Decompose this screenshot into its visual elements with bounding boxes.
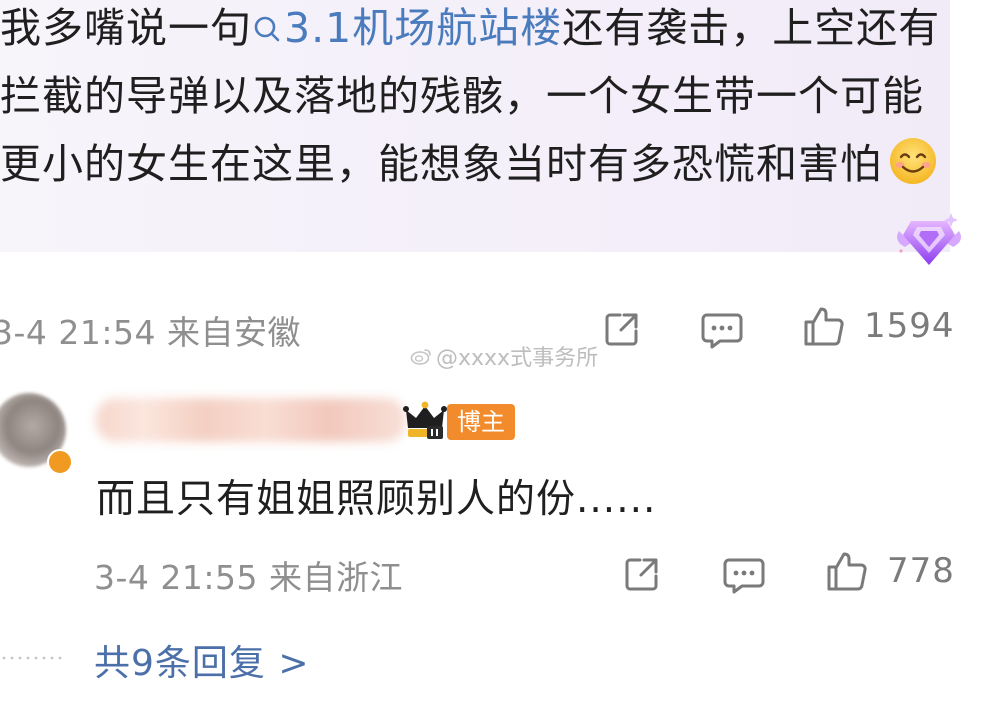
thumbs-up-icon [827, 552, 867, 591]
comment-reply-button[interactable] [700, 310, 744, 352]
reply-timestamp: 3-4 21:55 来自浙江 [94, 558, 403, 597]
reply-like-count: 778 [887, 551, 955, 591]
comment-text: 我多嘴说一句 3.1机场航站楼还有袭击，上空还有拦截的导弹以及落地的残骸，一个女生… [0, 0, 945, 198]
reply-meta-row: 3-4 21:55 来自浙江 [94, 550, 403, 600]
watermark-text: @xxxx式事务所 [436, 346, 599, 371]
reply-like-button[interactable]: 778 [825, 549, 955, 593]
divider-dots [0, 656, 64, 660]
comment-timestamp: 3-4 21:54 来自安徽 [0, 313, 301, 352]
weibo-watermark: @xxxx式事务所 [410, 340, 598, 372]
reply-username-blurred[interactable] [96, 398, 406, 442]
reply-comment-button[interactable] [722, 555, 766, 597]
comment-like-button[interactable]: 1594 [802, 304, 955, 348]
thumbs-up-icon [804, 307, 844, 346]
topic-link-label: 3.1机场航站楼 [284, 4, 563, 52]
verified-badge-icon [47, 449, 73, 475]
comment-like-count: 1594 [864, 306, 955, 346]
reply-text: 而且只有姐姐照顾别人的份...... [96, 477, 657, 522]
more-replies-link[interactable]: 共9条回复 > [94, 634, 310, 686]
comment-bubble-icon [723, 558, 765, 594]
share-icon [605, 313, 638, 346]
crown-icon [403, 401, 447, 439]
author-badge: 博主 [447, 404, 515, 440]
diamond-badge-icon [897, 213, 961, 265]
reply-share-button[interactable] [622, 554, 662, 594]
search-icon [254, 16, 280, 42]
smile-emoji-icon [890, 138, 936, 184]
comment-meta-row: 3-4 21:54 来自安徽 [0, 305, 301, 355]
share-icon [625, 558, 658, 591]
comment-bubble-icon [701, 313, 743, 349]
comment-text-before: 我多嘴说一句 [0, 4, 252, 52]
comment-share-button[interactable] [602, 309, 642, 349]
topic-link[interactable]: 3.1机场航站楼 [252, 4, 562, 52]
weibo-logo-icon [410, 349, 431, 365]
